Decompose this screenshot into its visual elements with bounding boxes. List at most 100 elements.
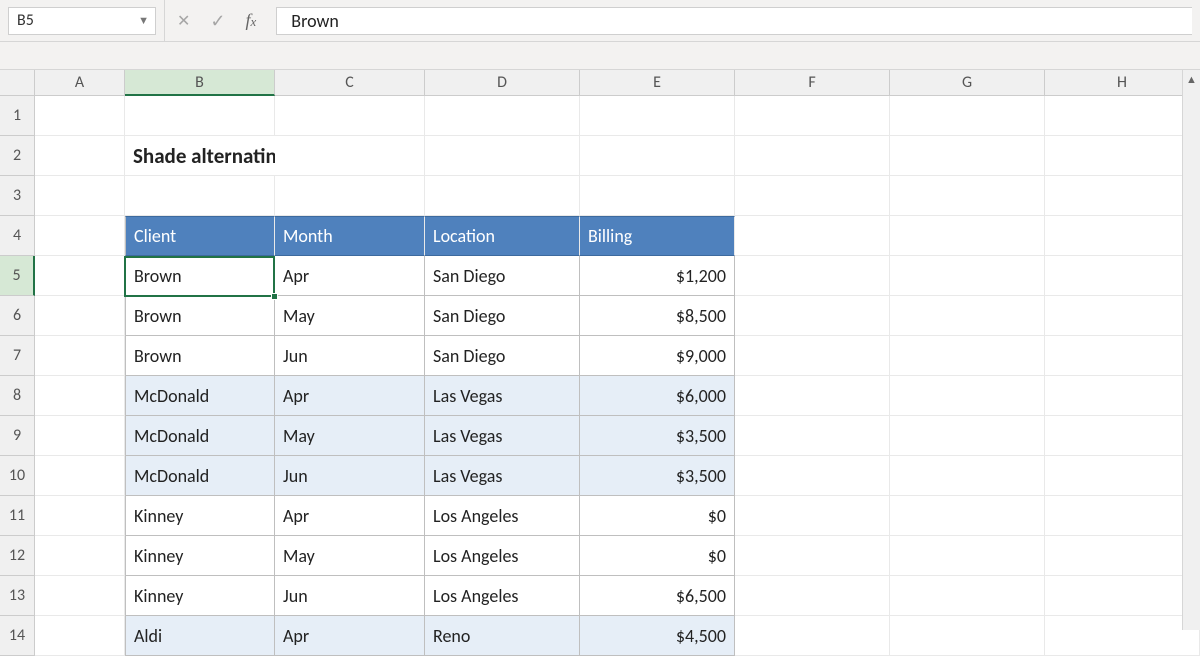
col-header[interactable]: H	[1045, 70, 1200, 96]
cell-month[interactable]: May	[275, 536, 425, 576]
cell-client[interactable]: Brown	[125, 256, 275, 296]
cell[interactable]	[890, 296, 1045, 336]
cell[interactable]	[735, 456, 890, 496]
cell[interactable]	[35, 336, 125, 376]
cell[interactable]	[735, 536, 890, 576]
cell[interactable]	[1045, 456, 1200, 496]
row-header[interactable]: 5	[0, 256, 35, 296]
cell-month[interactable]: Apr	[275, 496, 425, 536]
cell[interactable]	[890, 536, 1045, 576]
row-header[interactable]: 6	[0, 296, 35, 336]
cell-billing[interactable]: $3,500	[580, 456, 735, 496]
cell[interactable]	[35, 416, 125, 456]
cell-location[interactable]: Las Vegas	[425, 456, 580, 496]
cell-billing[interactable]: $1,200	[580, 256, 735, 296]
select-all-corner[interactable]	[0, 70, 35, 96]
cell[interactable]	[890, 176, 1045, 216]
fill-handle[interactable]	[271, 293, 278, 300]
cell-client[interactable]: McDonald	[125, 376, 275, 416]
cell-client[interactable]: McDonald	[125, 416, 275, 456]
cell-billing[interactable]: $4,500	[580, 616, 735, 656]
col-header[interactable]: F	[735, 70, 890, 96]
cell[interactable]	[1045, 256, 1200, 296]
cell[interactable]	[1045, 96, 1200, 136]
cell[interactable]	[1045, 176, 1200, 216]
row-header[interactable]: 3	[0, 176, 35, 216]
table-header[interactable]: Billing	[580, 216, 735, 256]
cell-client[interactable]: Kinney	[125, 576, 275, 616]
cell[interactable]	[890, 616, 1045, 656]
row-header[interactable]: 14	[0, 616, 35, 656]
cell[interactable]	[1045, 296, 1200, 336]
row-header[interactable]: 2	[0, 136, 35, 176]
cell-month[interactable]: Apr	[275, 616, 425, 656]
cell-billing[interactable]: $6,500	[580, 576, 735, 616]
cell[interactable]	[425, 96, 580, 136]
cell[interactable]	[735, 96, 890, 136]
cell[interactable]	[735, 296, 890, 336]
cell[interactable]	[890, 96, 1045, 136]
cell[interactable]	[1045, 216, 1200, 256]
spreadsheet-grid[interactable]: 1 2 3 4 5 6 7 8 9 10 11 12 13 14 A B C D…	[0, 70, 1200, 656]
cell[interactable]	[1045, 576, 1200, 616]
table-header[interactable]: Client	[125, 216, 275, 256]
row-header[interactable]: 7	[0, 336, 35, 376]
confirm-icon[interactable]: ✓	[210, 10, 225, 32]
cell-location[interactable]: Los Angeles	[425, 576, 580, 616]
cell-location[interactable]: San Diego	[425, 336, 580, 376]
cell[interactable]	[1045, 136, 1200, 176]
cell[interactable]	[35, 376, 125, 416]
cell-client[interactable]: Kinney	[125, 536, 275, 576]
cell[interactable]	[35, 176, 125, 216]
cell[interactable]	[1045, 376, 1200, 416]
cell[interactable]	[735, 336, 890, 376]
cell[interactable]	[35, 296, 125, 336]
cell-location[interactable]: San Diego	[425, 256, 580, 296]
cell[interactable]	[35, 216, 125, 256]
cell[interactable]	[35, 576, 125, 616]
row-header[interactable]: 10	[0, 456, 35, 496]
cell[interactable]	[125, 176, 275, 216]
cell-location[interactable]: Reno	[425, 616, 580, 656]
cell[interactable]	[35, 256, 125, 296]
cell[interactable]	[735, 136, 890, 176]
cell-billing[interactable]: $0	[580, 536, 735, 576]
page-title[interactable]: Shade alternating groups of n rows	[125, 136, 275, 176]
formula-input[interactable]: Brown	[276, 7, 1192, 35]
cell-billing[interactable]: $6,000	[580, 376, 735, 416]
cell[interactable]	[735, 176, 890, 216]
cell[interactable]	[425, 176, 580, 216]
cell[interactable]	[890, 496, 1045, 536]
cell[interactable]	[735, 376, 890, 416]
cell-billing[interactable]: $8,500	[580, 296, 735, 336]
name-box[interactable]: B5 ▼	[8, 7, 156, 35]
col-header[interactable]: A	[35, 70, 125, 96]
cell-location[interactable]: Los Angeles	[425, 496, 580, 536]
cell[interactable]	[890, 416, 1045, 456]
cell[interactable]	[275, 176, 425, 216]
cell-billing[interactable]: $9,000	[580, 336, 735, 376]
cell-month[interactable]: Jun	[275, 336, 425, 376]
fx-icon[interactable]: fx	[246, 10, 257, 31]
cell[interactable]	[890, 456, 1045, 496]
cell-month[interactable]: May	[275, 296, 425, 336]
cell[interactable]	[35, 96, 125, 136]
cell[interactable]	[35, 136, 125, 176]
cell[interactable]	[890, 216, 1045, 256]
cancel-icon[interactable]: ✕	[177, 11, 190, 31]
cell[interactable]	[1045, 336, 1200, 376]
cell[interactable]	[735, 496, 890, 536]
vertical-scrollbar[interactable]: ▲	[1182, 70, 1200, 630]
cell[interactable]	[275, 96, 425, 136]
cell-location[interactable]: San Diego	[425, 296, 580, 336]
cell[interactable]	[35, 496, 125, 536]
table-header[interactable]: Location	[425, 216, 580, 256]
row-header[interactable]: 12	[0, 536, 35, 576]
cell[interactable]	[890, 336, 1045, 376]
row-header[interactable]: 13	[0, 576, 35, 616]
cell-client[interactable]: Brown	[125, 336, 275, 376]
cell-billing[interactable]: $0	[580, 496, 735, 536]
cell[interactable]	[735, 256, 890, 296]
row-header[interactable]: 9	[0, 416, 35, 456]
cell[interactable]	[890, 136, 1045, 176]
